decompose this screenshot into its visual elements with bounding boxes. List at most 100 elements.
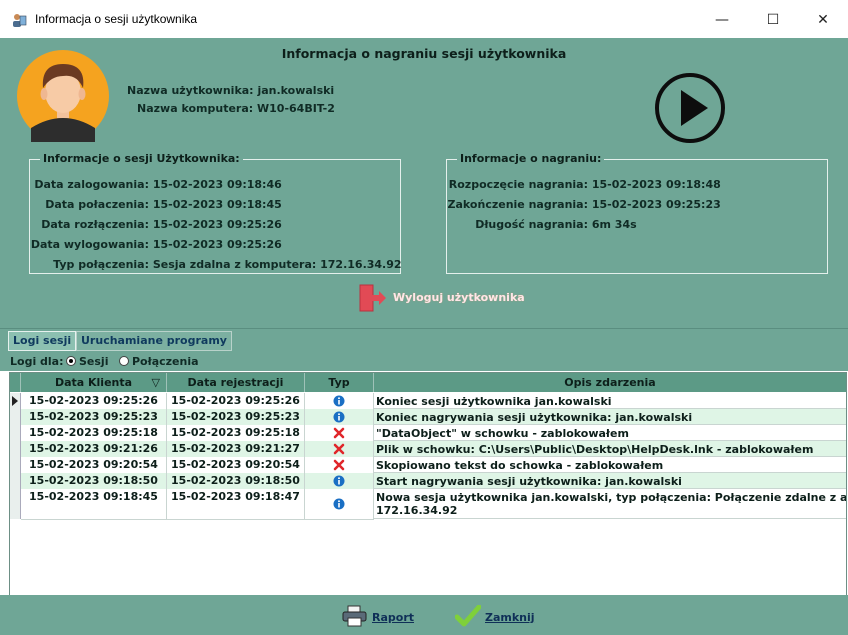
client-date-cell: 15-02-2023 09:25:18 bbox=[21, 425, 167, 442]
session-row: Typ połączenia: Sesja zdalna z komputera… bbox=[53, 258, 402, 271]
description-cell: Skopiowano tekst do schowka - zablokował… bbox=[374, 457, 846, 473]
client-date-cell: 15-02-2023 09:21:26 bbox=[21, 441, 167, 458]
description-cell: Start nagrywania sesji użytkownika: jan.… bbox=[374, 473, 846, 489]
page-title: Informacja o nagraniu sesji użytkownika bbox=[281, 46, 567, 61]
tab-bar: Logi sesji Uruchamiane programy bbox=[0, 328, 848, 351]
session-info-group: Informacje o sesji Użytkownika: Data zal… bbox=[29, 152, 402, 274]
info-icon bbox=[333, 411, 345, 423]
client-date-cell: 15-02-2023 09:18:45 bbox=[21, 489, 167, 520]
current-row-indicator[interactable] bbox=[10, 393, 21, 409]
report-label: Raport bbox=[372, 611, 415, 624]
username-value: jan.kowalski bbox=[257, 84, 335, 97]
info-icon bbox=[333, 498, 345, 510]
table-row[interactable]: 15-02-2023 09:20:54 15-02-2023 09:20:54 Sk… bbox=[10, 457, 846, 474]
registration-date-cell: 15-02-2023 09:25:18 bbox=[167, 425, 305, 442]
radio-connection-icon bbox=[119, 356, 129, 366]
column-description[interactable]: Opis zdarzenia bbox=[374, 373, 846, 392]
table-row[interactable]: 15-02-2023 09:25:26 15-02-2023 09:25:26 Ko… bbox=[10, 393, 846, 410]
description-text-line2: 172.16.34.92 bbox=[376, 504, 458, 517]
radio-connection[interactable]: Połączenia bbox=[119, 355, 199, 368]
session-row: Data zalogowania: 15-02-2023 09:18:46 bbox=[34, 178, 282, 191]
registration-date-cell: 15-02-2023 09:18:47 bbox=[167, 489, 305, 520]
column-type[interactable]: Typ bbox=[305, 373, 374, 392]
registration-date-cell: 15-02-2023 09:25:26 bbox=[167, 393, 305, 410]
minimize-button[interactable]: — bbox=[699, 6, 745, 34]
description-cell: Nowa sesja użytkownika jan.kowalski, typ… bbox=[374, 489, 846, 519]
computer-row: Nazwa komputera: W10-64BIT-2 bbox=[137, 102, 335, 115]
computer-value: W10-64BIT-2 bbox=[257, 102, 335, 115]
registration-date-cell: 15-02-2023 09:18:50 bbox=[167, 473, 305, 490]
close-window-button[interactable]: ✕ bbox=[800, 6, 846, 34]
logout-user-label: Wyloguj użytkownika bbox=[393, 291, 525, 304]
info-icon bbox=[333, 475, 345, 487]
description-cell: Koniec sesji użytkownika jan.kowalski bbox=[374, 393, 846, 409]
username-label: Nazwa użytkownika: bbox=[127, 84, 254, 97]
row-selector[interactable] bbox=[10, 457, 21, 473]
table-row[interactable]: 15-02-2023 09:21:26 15-02-2023 09:21:27 Pl… bbox=[10, 441, 846, 458]
type-cell bbox=[305, 489, 374, 520]
recording-info-legend: Informacje o nagraniu: bbox=[457, 152, 605, 165]
user-session-icon bbox=[13, 14, 27, 27]
recording-info-group: Informacje o nagraniu: Rozpoczęcie nagra… bbox=[446, 152, 828, 274]
client-date-cell: 15-02-2023 09:18:50 bbox=[21, 473, 167, 490]
play-icon[interactable] bbox=[654, 72, 726, 144]
registration-date-cell: 15-02-2023 09:25:23 bbox=[167, 409, 305, 426]
printer-icon bbox=[342, 605, 367, 627]
description-text: Start nagrywania sesji użytkownika: jan.… bbox=[376, 474, 682, 488]
recording-row: Zakończenie nagrania: 15-02-2023 09:25:2… bbox=[447, 198, 721, 211]
avatar bbox=[17, 50, 109, 142]
exit-door-icon bbox=[359, 284, 386, 312]
row-selector[interactable] bbox=[10, 473, 21, 489]
registration-date-cell: 15-02-2023 09:21:27 bbox=[167, 441, 305, 458]
column-client-date[interactable]: Data Klienta ▽ bbox=[21, 373, 167, 392]
info-icon bbox=[333, 395, 345, 407]
session-info-panel: Informacja o nagraniu sesji użytkownika … bbox=[0, 38, 848, 328]
table-row[interactable]: 15-02-2023 09:25:23 15-02-2023 09:25:23 Ko… bbox=[10, 409, 846, 426]
description-cell: "DataObject" w schowku - zablokowałem bbox=[374, 425, 846, 441]
table-row[interactable]: 15-02-2023 09:18:50 15-02-2023 09:18:50 St… bbox=[10, 473, 846, 490]
session-row: Data wylogowania: 15-02-2023 09:25:26 bbox=[30, 238, 282, 251]
column-registration-date[interactable]: Data rejestracji bbox=[167, 373, 305, 392]
footer-bar: Raport Zamknij bbox=[0, 595, 848, 635]
description-text: Koniec nagrywania sesji użytkownika: jan… bbox=[376, 410, 693, 424]
row-pointer-icon bbox=[12, 396, 18, 406]
maximize-button[interactable]: ☐ bbox=[750, 6, 796, 34]
tab-session-logs[interactable]: Logi sesji bbox=[8, 331, 77, 351]
error-x-icon bbox=[333, 443, 345, 455]
session-row: Data połaczenia: 15-02-2023 09:18:45 bbox=[45, 198, 282, 211]
row-selector[interactable] bbox=[10, 425, 21, 441]
row-selector[interactable] bbox=[10, 409, 21, 425]
type-cell bbox=[305, 393, 374, 410]
row-selector[interactable] bbox=[10, 441, 21, 457]
description-cell: Plik w schowku: C:\Users\Public\Desktop\… bbox=[374, 441, 846, 457]
client-date-cell: 15-02-2023 09:25:23 bbox=[21, 409, 167, 426]
description-text: Nowa sesja użytkownika jan.kowalski, typ… bbox=[376, 491, 846, 504]
session-row: Data rozłączenia: 15-02-2023 09:25:26 bbox=[41, 218, 282, 231]
window-titlebar: Informacja o sesji użytkownika — ☐ ✕ bbox=[0, 0, 848, 38]
description-text: Skopiowano tekst do schowka - zablokował… bbox=[376, 458, 664, 472]
radio-session[interactable]: Sesji bbox=[66, 355, 108, 368]
table-row[interactable]: 15-02-2023 09:25:18 15-02-2023 09:25:18 "D… bbox=[10, 425, 846, 442]
close-label: Zamknij bbox=[485, 611, 535, 624]
event-log-grid[interactable]: Data Klienta ▽ Data rejestracji Typ Opis… bbox=[9, 372, 847, 596]
table-row[interactable]: 15-02-2023 09:18:45 15-02-2023 09:18:47 No… bbox=[10, 489, 846, 520]
description-text: Plik w schowku: C:\Users\Public\Desktop\… bbox=[376, 442, 814, 456]
description-text: "DataObject" w schowku - zablokowałem bbox=[376, 426, 629, 440]
type-cell bbox=[305, 457, 374, 474]
registration-date-cell: 15-02-2023 09:20:54 bbox=[167, 457, 305, 474]
type-cell bbox=[305, 473, 374, 490]
username-row: Nazwa użytkownika: jan.kowalski bbox=[127, 84, 334, 97]
description-cell: Koniec nagrywania sesji użytkownika: jan… bbox=[374, 409, 846, 425]
grid-header-selector[interactable] bbox=[10, 373, 21, 392]
log-filter-label: Logi dla: bbox=[10, 355, 64, 368]
sort-desc-icon: ▽ bbox=[151, 376, 160, 389]
error-x-icon bbox=[333, 427, 345, 439]
type-cell bbox=[305, 425, 374, 442]
description-text: Koniec sesji użytkownika jan.kowalski bbox=[376, 394, 612, 408]
error-x-icon bbox=[333, 459, 345, 471]
row-selector[interactable] bbox=[10, 489, 21, 519]
tab-launched-programs[interactable]: Uruchamiane programy bbox=[76, 331, 232, 351]
type-cell bbox=[305, 409, 374, 426]
recording-row: Rozpoczęcie nagrania: 15-02-2023 09:18:4… bbox=[448, 178, 721, 191]
client-date-cell: 15-02-2023 09:25:26 bbox=[21, 393, 167, 410]
